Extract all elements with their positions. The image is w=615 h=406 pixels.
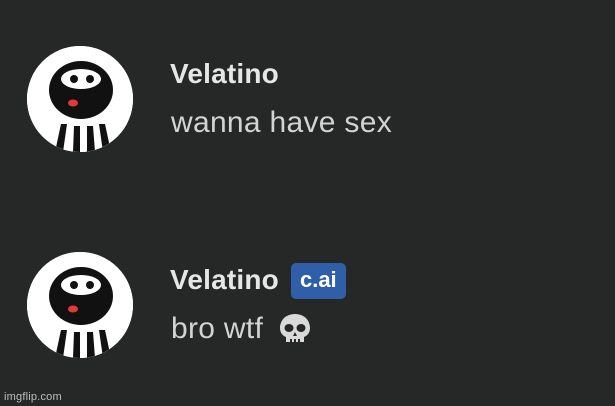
message-header: Velatino c.ai: [170, 260, 346, 300]
message-text: bro wtf: [171, 312, 313, 346]
chat-message: Velatino c.ai bro wtf: [0, 250, 615, 370]
avatar-character-icon: [27, 46, 133, 152]
avatar[interactable]: [27, 252, 133, 358]
chat-screen: Velatino wanna have sex Velatino c.ai br…: [0, 0, 615, 406]
username[interactable]: Velatino: [170, 264, 279, 296]
bot-badge: c.ai: [290, 263, 346, 299]
message-body: bro wtf: [171, 312, 264, 345]
chat-message: Velatino wanna have sex: [0, 44, 615, 164]
message-body: wanna have sex: [171, 106, 393, 139]
username[interactable]: Velatino: [170, 58, 279, 90]
avatar-character-icon: [27, 252, 133, 358]
message-header: Velatino: [170, 54, 279, 94]
watermark: imgflip.com: [4, 391, 62, 403]
message-text: wanna have sex: [171, 106, 392, 140]
avatar[interactable]: [27, 46, 133, 152]
skull-icon: [277, 312, 313, 346]
